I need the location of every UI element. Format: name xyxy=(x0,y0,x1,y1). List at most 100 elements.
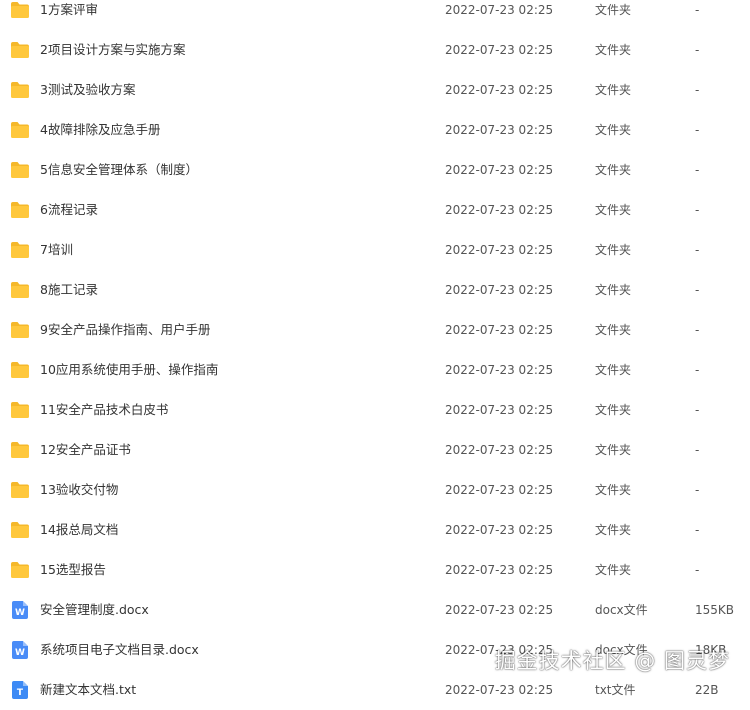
file-row[interactable]: 4故障排除及应急手册 2022-07-23 02:25 文件夹 - xyxy=(0,110,750,150)
file-row[interactable]: T 新建文本文档.txt 2022-07-23 02:25 txt文件 22B xyxy=(0,670,750,710)
file-name[interactable]: 3测试及验收方案 xyxy=(40,70,135,110)
file-row[interactable]: 15选型报告 2022-07-23 02:25 文件夹 - xyxy=(0,550,750,590)
file-date: 2022-07-23 02:25 xyxy=(445,43,554,57)
file-date: 2022-07-23 02:25 xyxy=(445,563,554,577)
file-size: - xyxy=(695,203,700,217)
file-date: 2022-07-23 02:25 xyxy=(445,163,554,177)
file-date: 2022-07-23 02:25 xyxy=(445,523,554,537)
file-type: 文件夹 xyxy=(595,203,632,217)
file-name[interactable]: 15选型报告 xyxy=(40,550,106,590)
text-doc-icon: T xyxy=(10,681,30,699)
file-type: 文件夹 xyxy=(595,83,632,97)
file-size: - xyxy=(695,363,700,377)
file-name[interactable]: 9安全产品操作指南、用户手册 xyxy=(40,310,210,350)
file-row[interactable]: 9安全产品操作指南、用户手册 2022-07-23 02:25 文件夹 - xyxy=(0,310,750,350)
folder-icon xyxy=(10,441,30,459)
word-doc-icon: W xyxy=(10,601,30,619)
svg-text:T: T xyxy=(17,688,24,698)
file-name[interactable]: 5信息安全管理体系（制度） xyxy=(40,150,198,190)
svg-text:W: W xyxy=(15,648,25,658)
svg-text:W: W xyxy=(15,608,25,618)
file-date: 2022-07-23 02:25 xyxy=(445,123,554,137)
file-name[interactable]: 14报总局文档 xyxy=(40,510,118,550)
file-row[interactable]: 3测试及验收方案 2022-07-23 02:25 文件夹 - xyxy=(0,70,750,110)
folder-icon xyxy=(10,121,30,139)
file-type: 文件夹 xyxy=(595,483,632,497)
word-doc-icon: W xyxy=(10,641,30,659)
file-date: 2022-07-23 02:25 xyxy=(445,83,554,97)
file-size: 155KB xyxy=(695,603,735,617)
file-type: 文件夹 xyxy=(595,283,632,297)
folder-icon xyxy=(10,81,30,99)
file-size: - xyxy=(695,483,700,497)
folder-icon xyxy=(10,401,30,419)
folder-icon xyxy=(10,361,30,379)
file-type: 文件夹 xyxy=(595,403,632,417)
file-date: 2022-07-23 02:25 xyxy=(445,403,554,417)
file-name[interactable]: 7培训 xyxy=(40,230,73,270)
file-size: - xyxy=(695,323,700,337)
file-type: docx文件 xyxy=(595,603,648,617)
file-type: 文件夹 xyxy=(595,443,632,457)
file-date: 2022-07-23 02:25 xyxy=(445,443,554,457)
folder-icon xyxy=(10,481,30,499)
folder-icon xyxy=(10,41,30,59)
file-row[interactable]: 1方案评审 2022-07-23 02:25 文件夹 - xyxy=(0,0,750,30)
file-date: 2022-07-23 02:25 xyxy=(445,683,554,697)
file-name[interactable]: 6流程记录 xyxy=(40,190,98,230)
file-list: 1方案评审 2022-07-23 02:25 文件夹 - 2项目设计方案与实施方案 202… xyxy=(0,0,750,710)
file-size: - xyxy=(695,403,700,417)
folder-icon xyxy=(10,561,30,579)
file-row[interactable]: 11安全产品技术白皮书 2022-07-23 02:25 文件夹 - xyxy=(0,390,750,430)
file-size: - xyxy=(695,243,700,257)
file-size: - xyxy=(695,83,700,97)
file-name[interactable]: 13验收交付物 xyxy=(40,470,118,510)
file-date: 2022-07-23 02:25 xyxy=(445,3,554,17)
file-date: 2022-07-23 02:25 xyxy=(445,203,554,217)
file-size: - xyxy=(695,123,700,137)
file-row[interactable]: 14报总局文档 2022-07-23 02:25 文件夹 - xyxy=(0,510,750,550)
file-name[interactable]: 12安全产品证书 xyxy=(40,430,131,470)
file-name[interactable]: 4故障排除及应急手册 xyxy=(40,110,160,150)
file-type: 文件夹 xyxy=(595,523,632,537)
file-row[interactable]: 13验收交付物 2022-07-23 02:25 文件夹 - xyxy=(0,470,750,510)
file-date: 2022-07-23 02:25 xyxy=(445,483,554,497)
file-type: 文件夹 xyxy=(595,43,632,57)
file-name[interactable]: 10应用系统使用手册、操作指南 xyxy=(40,350,218,390)
file-type: 文件夹 xyxy=(595,3,632,17)
file-row[interactable]: 5信息安全管理体系（制度） 2022-07-23 02:25 文件夹 - xyxy=(0,150,750,190)
file-row[interactable]: 12安全产品证书 2022-07-23 02:25 文件夹 - xyxy=(0,430,750,470)
file-row[interactable]: 2项目设计方案与实施方案 2022-07-23 02:25 文件夹 - xyxy=(0,30,750,70)
file-type: txt文件 xyxy=(595,683,636,697)
file-size: - xyxy=(695,563,700,577)
folder-icon xyxy=(10,241,30,259)
file-name[interactable]: 1方案评审 xyxy=(40,0,98,30)
folder-icon xyxy=(10,521,30,539)
file-name[interactable]: 安全管理制度.docx xyxy=(40,590,149,630)
file-name[interactable]: 8施工记录 xyxy=(40,270,98,310)
file-row[interactable]: 10应用系统使用手册、操作指南 2022-07-23 02:25 文件夹 - xyxy=(0,350,750,390)
file-row[interactable]: W 安全管理制度.docx 2022-07-23 02:25 docx文件 155KB xyxy=(0,590,750,630)
file-type: 文件夹 xyxy=(595,163,632,177)
file-row[interactable]: 6流程记录 2022-07-23 02:25 文件夹 - xyxy=(0,190,750,230)
file-row[interactable]: 8施工记录 2022-07-23 02:25 文件夹 - xyxy=(0,270,750,310)
file-date: 2022-07-23 02:25 xyxy=(445,363,554,377)
folder-icon xyxy=(10,201,30,219)
file-name[interactable]: 2项目设计方案与实施方案 xyxy=(40,30,185,70)
file-name[interactable]: 11安全产品技术白皮书 xyxy=(40,390,168,430)
file-type: 文件夹 xyxy=(595,123,632,137)
file-date: 2022-07-23 02:25 xyxy=(445,323,554,337)
file-size: - xyxy=(695,443,700,457)
file-size: - xyxy=(695,163,700,177)
file-size: - xyxy=(695,3,700,17)
file-type: 文件夹 xyxy=(595,363,632,377)
file-type: 文件夹 xyxy=(595,563,632,577)
file-row[interactable]: 7培训 2022-07-23 02:25 文件夹 - xyxy=(0,230,750,270)
file-date: 2022-07-23 02:25 xyxy=(445,283,554,297)
file-date: 2022-07-23 02:25 xyxy=(445,603,554,617)
file-size: 22B xyxy=(695,683,719,697)
file-name[interactable]: 系统项目电子文档目录.docx xyxy=(40,630,199,670)
folder-icon xyxy=(10,161,30,179)
file-size: - xyxy=(695,283,700,297)
file-name[interactable]: 新建文本文档.txt xyxy=(40,670,136,710)
